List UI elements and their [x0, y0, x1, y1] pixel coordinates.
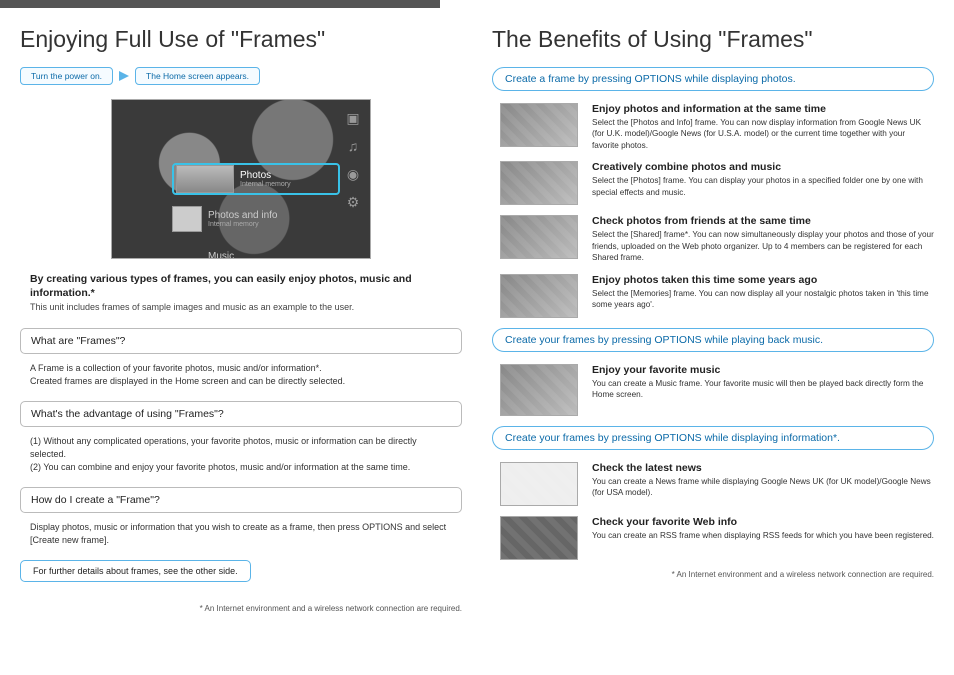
step-1-pill: Turn the power on. [20, 67, 113, 85]
f6-heading: Check the latest news [592, 462, 934, 474]
right-column: The Benefits of Using "Frames" Create a … [492, 16, 934, 613]
menu-row-photos-info: Photos and infoInternal memory [172, 203, 340, 235]
left-footnote: * An Internet environment and a wireless… [20, 604, 462, 613]
menu-row-music: Music [172, 240, 340, 259]
q3-box: How do I create a "Frame"? [20, 487, 462, 513]
thumb-f4 [500, 274, 578, 318]
q3-body: Display photos, music or information tha… [30, 521, 452, 546]
feature-shared: Check photos from friends at the same ti… [500, 215, 934, 263]
f4-text: Select the [Memories] frame. You can now… [592, 288, 934, 311]
q1-body-2: Created frames are displayed in the Home… [30, 375, 452, 388]
f7-heading: Check your favorite Web info [592, 516, 934, 528]
thumb-f5 [500, 364, 578, 416]
f3-text: Select the [Shared] frame*. You can now … [592, 229, 934, 263]
step-2-pill: The Home screen appears. [135, 67, 260, 85]
camera-icon: ▣ [344, 110, 362, 126]
feature-rss: Check your favorite Web info You can cre… [500, 516, 934, 560]
thumb-photos [176, 165, 234, 193]
f3-heading: Check photos from friends at the same ti… [592, 215, 934, 227]
right-footnote: * An Internet environment and a wireless… [492, 570, 934, 579]
row3-label: Music [208, 251, 234, 260]
thumb-f7 [500, 516, 578, 560]
menu-row-photos: PhotosInternal memory [172, 163, 340, 195]
feature-memories: Enjoy photos taken this time some years … [500, 274, 934, 318]
thumb-f3 [500, 215, 578, 259]
q2-body: (1) Without any complicated operations, … [30, 435, 452, 473]
f5-text: You can create a Music frame. Your favor… [592, 378, 934, 401]
feature-news: Check the latest news You can create a N… [500, 462, 934, 506]
rule-info: Create your frames by pressing OPTIONS w… [492, 426, 934, 450]
q1-body-1: A Frame is a collection of your favorite… [30, 362, 452, 375]
row1-sub: Internal memory [240, 181, 291, 189]
thumb-photos-info [172, 206, 202, 232]
f2-heading: Creatively combine photos and music [592, 161, 934, 173]
arrow-icon [119, 71, 129, 81]
f5-heading: Enjoy your favorite music [592, 364, 934, 376]
q1-body: A Frame is a collection of your favorite… [30, 362, 452, 387]
q2-body-1: (1) Without any complicated operations, … [30, 435, 452, 460]
intro-bold: By creating various types of frames, you… [30, 273, 452, 300]
feature-photos-info: Enjoy photos and information at the same… [500, 103, 934, 151]
intro-note: This unit includes frames of sample imag… [30, 302, 452, 312]
feature-music: Enjoy your favorite music You can create… [500, 364, 934, 416]
f2-text: Select the [Photos] frame. You can displ… [592, 175, 934, 198]
q2-box: What's the advantage of using "Frames"? [20, 401, 462, 427]
home-screen-illustration: ▣ ♫ ◉ ⚙ PhotosInternal memory Photos and… [111, 99, 371, 259]
right-title: The Benefits of Using "Frames" [492, 26, 934, 53]
header-bar [0, 0, 440, 8]
f6-text: You can create a News frame while displa… [592, 476, 934, 499]
page: Enjoying Full Use of "Frames" Turn the p… [0, 16, 954, 633]
row2-sub: Internal memory [208, 221, 278, 229]
feature-photos-music: Creatively combine photos and music Sele… [500, 161, 934, 205]
rule-music: Create your frames by pressing OPTIONS w… [492, 328, 934, 352]
f1-heading: Enjoy photos and information at the same… [592, 103, 934, 115]
thumb-f6 [500, 462, 578, 506]
f7-text: You can create an RSS frame when display… [592, 530, 934, 541]
f4-heading: Enjoy photos taken this time some years … [592, 274, 934, 286]
left-title: Enjoying Full Use of "Frames" [20, 26, 462, 53]
row2-label: Photos and info [208, 210, 278, 221]
q1-box: What are "Frames"? [20, 328, 462, 354]
further-details-box: For further details about frames, see th… [20, 560, 251, 582]
q2-body-2: (2) You can combine and enjoy your favor… [30, 461, 452, 474]
row1-label: Photos [240, 170, 271, 181]
gear-icon: ⚙ [344, 194, 362, 210]
left-column: Enjoying Full Use of "Frames" Turn the p… [20, 16, 462, 613]
f1-text: Select the [Photos and Info] frame. You … [592, 117, 934, 151]
thumb-f2 [500, 161, 578, 205]
thumb-f1 [500, 103, 578, 147]
music-note-icon: ♫ [344, 138, 362, 154]
rule-photos: Create a frame by pressing OPTIONS while… [492, 67, 934, 91]
steps-row: Turn the power on. The Home screen appea… [20, 67, 462, 85]
globe-icon: ◉ [344, 166, 362, 182]
